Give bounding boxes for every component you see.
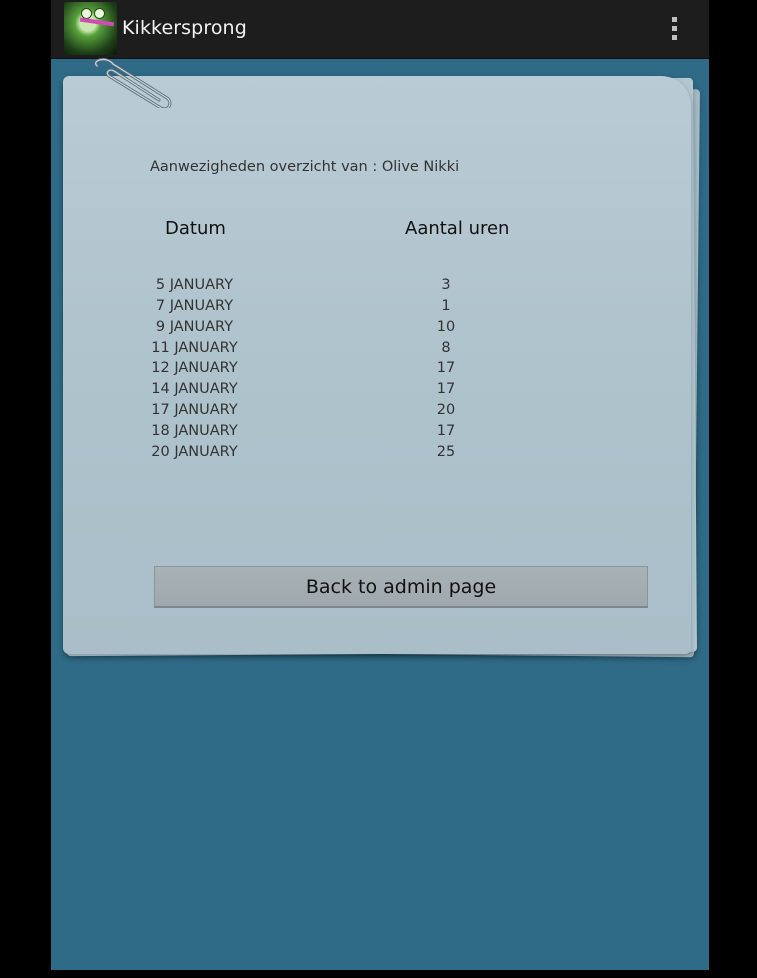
- column-header-hours: Aantal uren: [405, 218, 510, 239]
- row-hours: 8: [441, 339, 451, 356]
- paper-card: Aanwezigheden overzicht van : Olive Nikk…: [51, 58, 709, 668]
- row-hours: 3: [441, 277, 451, 293]
- column-header-date: Datum: [165, 218, 226, 239]
- row-hours: 1: [441, 297, 451, 314]
- frog-app-icon[interactable]: [64, 2, 117, 55]
- overflow-menu-icon[interactable]: [663, 14, 687, 44]
- row-date: 12 JANUARY: [151, 360, 238, 377]
- action-bar: Kikkersprong: [51, 0, 709, 59]
- attendance-row: 11 JANUARY 8: [51, 340, 709, 361]
- menu-dot: [672, 26, 677, 31]
- paperclip-icon: [94, 58, 172, 108]
- attendance-row: 12 JANUARY 17: [51, 360, 709, 381]
- attendance-list: 5 JANUARY 3 7 JANUARY 1 9 JANUARY 10 11 …: [51, 277, 709, 465]
- row-date: 5 JANUARY: [155, 277, 234, 293]
- app-title: Kikkersprong: [122, 17, 247, 39]
- attendance-row: 9 JANUARY 10: [51, 319, 709, 340]
- row-date: 18 JANUARY: [151, 422, 238, 439]
- row-date: 7 JANUARY: [155, 297, 234, 314]
- row-hours: 17: [436, 422, 456, 439]
- attendance-row: 7 JANUARY 1: [51, 298, 709, 319]
- row-hours: 10: [436, 318, 456, 335]
- row-date: 14 JANUARY: [151, 381, 238, 398]
- attendance-row: 18 JANUARY 17: [51, 423, 709, 444]
- attendance-row: 5 JANUARY 3: [51, 277, 709, 298]
- row-date: 20 JANUARY: [151, 443, 238, 460]
- row-hours: 20: [436, 402, 456, 419]
- back-to-admin-button[interactable]: Back to admin page: [154, 566, 648, 608]
- row-date: 11 JANUARY: [151, 339, 238, 356]
- attendance-row: 14 JANUARY 17: [51, 381, 709, 402]
- attendance-heading: Aanwezigheden overzicht van : Olive Nikk…: [150, 159, 460, 175]
- attendance-row: 17 JANUARY 20: [51, 402, 709, 423]
- attendance-row: 20 JANUARY 25: [51, 444, 709, 465]
- row-hours: 17: [436, 360, 456, 377]
- frog-eye-right: [94, 8, 105, 19]
- row-date: 9 JANUARY: [155, 318, 234, 335]
- row-date: 17 JANUARY: [151, 402, 238, 419]
- frog-ribbon: [79, 17, 115, 27]
- row-hours: 17: [436, 381, 456, 398]
- menu-dot: [672, 17, 677, 22]
- row-hours: 25: [436, 443, 456, 460]
- app-screen: Kikkersprong Aanwezigheden overzicht van…: [51, 0, 709, 970]
- menu-dot: [672, 35, 677, 40]
